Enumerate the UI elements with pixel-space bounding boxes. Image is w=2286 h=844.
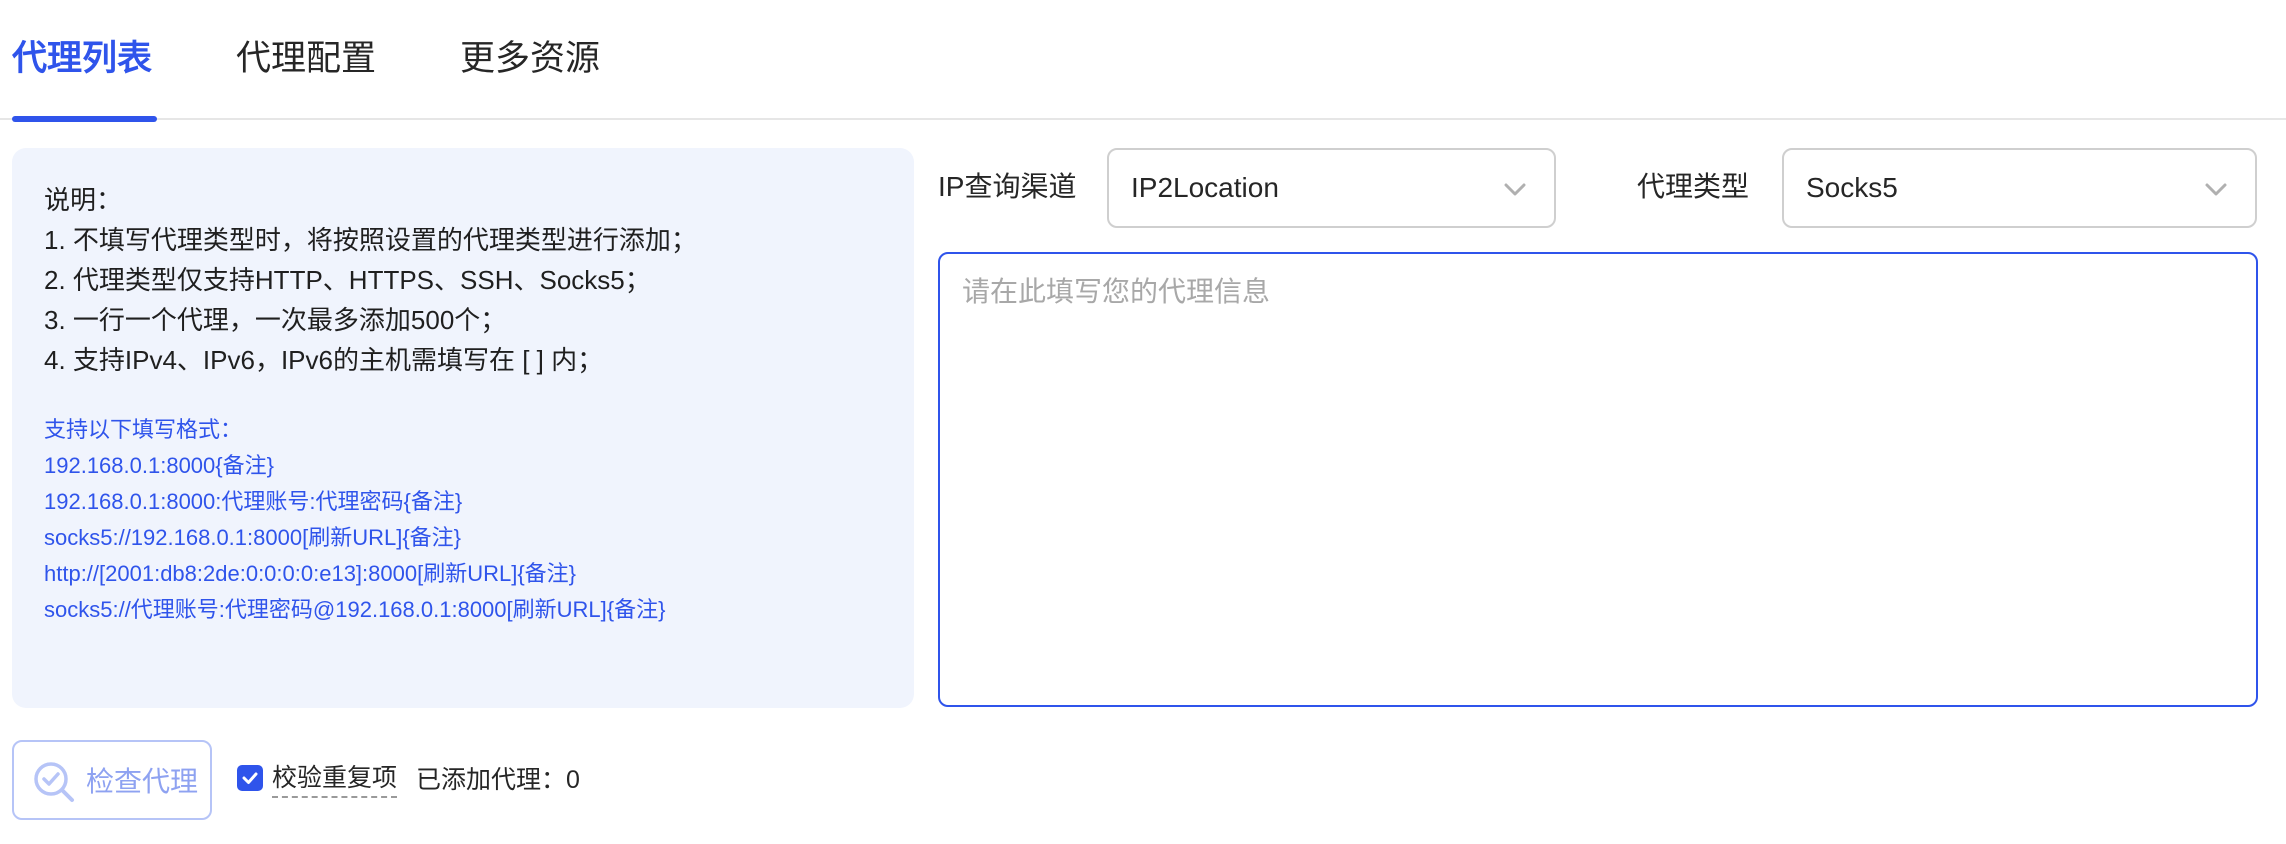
tab-proxy-list[interactable]: 代理列表 (12, 34, 152, 84)
search-check-icon (32, 760, 76, 804)
tab-proxy-config[interactable]: 代理配置 (236, 34, 376, 84)
ip-channel-value: IP2Location (1131, 172, 1279, 203)
instructions-title: 说明： (44, 185, 123, 215)
proxy-input-container (938, 252, 2258, 707)
check-proxy-label: 检查代理 (86, 766, 199, 797)
ip-channel-label: IP查询渠道 (938, 171, 1077, 202)
format-example: 192.168.0.1:8000{备注} (44, 453, 274, 478)
chevron-down-icon (2201, 174, 2231, 204)
instruction-note: 2. 代理类型仅支持HTTP、HTTPS、SSH、Socks5； (44, 265, 651, 295)
check-proxy-button[interactable]: 检查代理 (12, 740, 212, 820)
checkmark-icon (242, 772, 258, 784)
dedupe-checkbox[interactable] (237, 765, 263, 791)
formats-title: 支持以下填写格式： (44, 417, 243, 442)
added-proxy-count: 已添加代理：0 (416, 766, 580, 794)
format-example: http://[2001:db8:2de:0:0:0:0:e13]:8000[刷… (44, 561, 577, 586)
instruction-note: 1. 不填写代理类型时，将按照设置的代理类型进行添加； (44, 225, 697, 255)
active-tab-indicator (12, 116, 157, 122)
proxy-type-label: 代理类型 (1637, 171, 1750, 202)
format-example: 192.168.0.1:8000:代理账号:代理密码{备注} (44, 489, 463, 514)
format-example: socks5://192.168.0.1:8000[刷新URL]{备注} (44, 525, 462, 550)
instruction-note: 3. 一行一个代理，一次最多添加500个； (44, 305, 507, 335)
proxy-type-value: Socks5 (1806, 172, 1898, 203)
chevron-down-icon (1500, 174, 1530, 204)
ip-channel-select[interactable]: IP2Location (1107, 148, 1556, 228)
tab-bar: 代理列表 代理配置 更多资源 (0, 0, 2286, 122)
proxy-type-select[interactable]: Socks5 (1782, 148, 2257, 228)
instructions-panel: 说明： 1. 不填写代理类型时，将按照设置的代理类型进行添加； 2. 代理类型仅… (12, 148, 914, 708)
proxy-input[interactable] (940, 254, 2256, 705)
dedupe-label[interactable]: 校验重复项 (272, 760, 398, 798)
tab-more-resources[interactable]: 更多资源 (460, 34, 600, 84)
format-example: socks5://代理账号:代理密码@192.168.0.1:8000[刷新UR… (44, 597, 666, 622)
instruction-note: 4. 支持IPv4、IPv6，IPv6的主机需填写在 [ ] 内； (44, 345, 604, 375)
